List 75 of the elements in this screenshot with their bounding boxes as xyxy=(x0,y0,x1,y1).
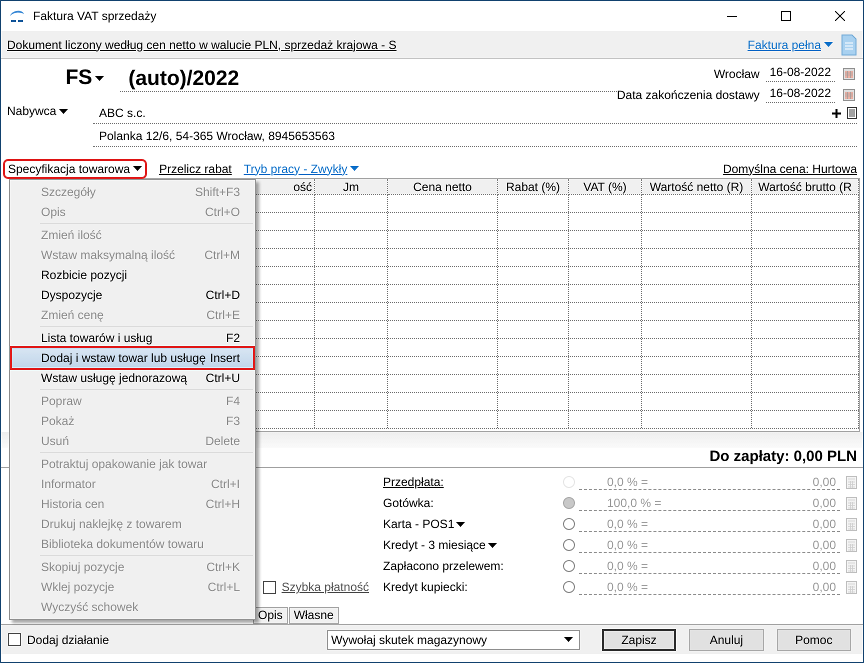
recalculate-discount-link[interactable]: Przelicz rabat xyxy=(159,162,232,176)
document-number: (auto)/2022 xyxy=(120,59,617,92)
plus-icon[interactable] xyxy=(832,108,841,118)
buyer-label[interactable]: Nabywca xyxy=(7,104,56,118)
caret-icon xyxy=(824,42,833,47)
menu-item[interactable]: Wstaw usługę jednorazową Ctrl+U xyxy=(12,368,253,388)
radio-button[interactable] xyxy=(563,560,575,572)
dialog-button[interactable]: Zapisz xyxy=(602,628,676,650)
payment-label: Kredyt kupiecki: xyxy=(383,580,469,594)
checkbox[interactable] xyxy=(262,581,276,594)
payment-label: Gotówka: xyxy=(383,496,435,510)
tab[interactable]: Własne xyxy=(288,607,339,624)
percent-value: 0,0 % = xyxy=(607,516,648,530)
delivery-date-label: Data zakończenia dostawy xyxy=(616,88,760,102)
list-icon[interactable] xyxy=(847,107,857,119)
item-specification-dropdown[interactable]: Specyfikacja towarowa xyxy=(3,158,148,178)
payment-method-dropdown[interactable]: Kredyt - 3 miesiące xyxy=(383,538,486,552)
add-action-label: Dodaj działanie xyxy=(27,632,110,646)
percent-value: 0,0 % = xyxy=(607,474,648,488)
quick-payment-link[interactable]: Szybka płatność xyxy=(282,580,369,594)
work-mode-dropdown[interactable]: Tryb pracy - Zwykły xyxy=(244,162,348,176)
percent-value: 0,0 % = xyxy=(607,538,648,552)
payment-label: Zapłacono przelewem: xyxy=(383,559,505,573)
buyer-name: ABC s.c. xyxy=(99,106,146,120)
date-field[interactable]: 16-08-2022 xyxy=(766,86,835,103)
amount-value: 0,00 xyxy=(812,580,836,594)
menu-item[interactable]: Dodaj i wstaw towar lub usługę Insert xyxy=(12,348,253,368)
buyer-address: Polanka 12/6, 54-365 Wrocław, 8945653563 xyxy=(99,129,335,143)
app-logo-icon xyxy=(9,9,25,23)
invoice-type-dropdown[interactable]: Faktura pełna xyxy=(748,38,821,52)
percent-value: 100,0 % = xyxy=(607,496,662,510)
column-header: Wartość brutto (R xyxy=(752,179,859,195)
radio-button[interactable] xyxy=(563,497,575,509)
column-header: Wartość netto (R) xyxy=(642,179,752,195)
column-header: Rabat (%) xyxy=(498,179,569,195)
column-header: VAT (%) xyxy=(569,179,642,195)
caret-icon xyxy=(95,76,104,80)
dialog-button[interactable]: Pomoc xyxy=(776,628,851,650)
place-label: Wrocław xyxy=(714,66,760,80)
column-header: Jm xyxy=(315,179,388,195)
calendar-icon[interactable] xyxy=(843,68,855,80)
document-icon[interactable] xyxy=(841,34,857,56)
tab[interactable]: Opis xyxy=(253,607,288,624)
caret-icon xyxy=(564,637,573,642)
checkbox[interactable] xyxy=(8,633,21,646)
calendar-icon[interactable] xyxy=(843,88,855,100)
caret-icon xyxy=(133,166,142,171)
payment-method-dropdown[interactable]: Karta - POS1 xyxy=(383,517,454,531)
amount-value: 0,00 xyxy=(812,538,836,552)
date-field[interactable]: 16-08-2022 xyxy=(766,65,835,82)
amount-value: 0,00 xyxy=(812,516,836,530)
radio-button[interactable] xyxy=(563,518,575,530)
default-price-link[interactable]: Domyślna cena: Hurtowa xyxy=(722,162,857,176)
caret-icon xyxy=(59,108,68,114)
amount-value: 0,00 xyxy=(812,496,836,510)
amount-value: 0,00 xyxy=(812,474,836,488)
percent-value: 0,0 % = xyxy=(607,558,648,572)
dialog-button[interactable]: Anuluj xyxy=(689,628,764,650)
caret-icon xyxy=(456,522,466,526)
pricing-info-link[interactable]: Dokument liczony według cen netto w walucie PLN, sprzedaż krajowa - S xyxy=(7,38,740,52)
column-header: Cena netto xyxy=(388,179,498,195)
maximize-icon[interactable] xyxy=(781,11,791,21)
percent-value: 0,0 % = xyxy=(607,580,648,594)
menu-item[interactable]: Rozbicie pozycji xyxy=(12,265,253,285)
radio-button[interactable] xyxy=(563,539,575,551)
warehouse-effect-dropdown[interactable]: Wywołaj skutek magazynowy xyxy=(327,630,580,650)
series-dropdown[interactable]: FS xyxy=(41,59,104,93)
radio-button[interactable] xyxy=(563,581,575,593)
close-icon[interactable] xyxy=(835,11,845,21)
window-title: Faktura VAT sprzedaży xyxy=(33,9,158,23)
amount-value: 0,00 xyxy=(812,558,836,572)
caret-icon xyxy=(350,166,360,171)
caret-icon xyxy=(488,542,497,548)
menu-item[interactable]: Dyspozycje Ctrl+D xyxy=(12,285,253,305)
menu-item[interactable]: Lista towarów i usług F2 xyxy=(12,328,253,348)
